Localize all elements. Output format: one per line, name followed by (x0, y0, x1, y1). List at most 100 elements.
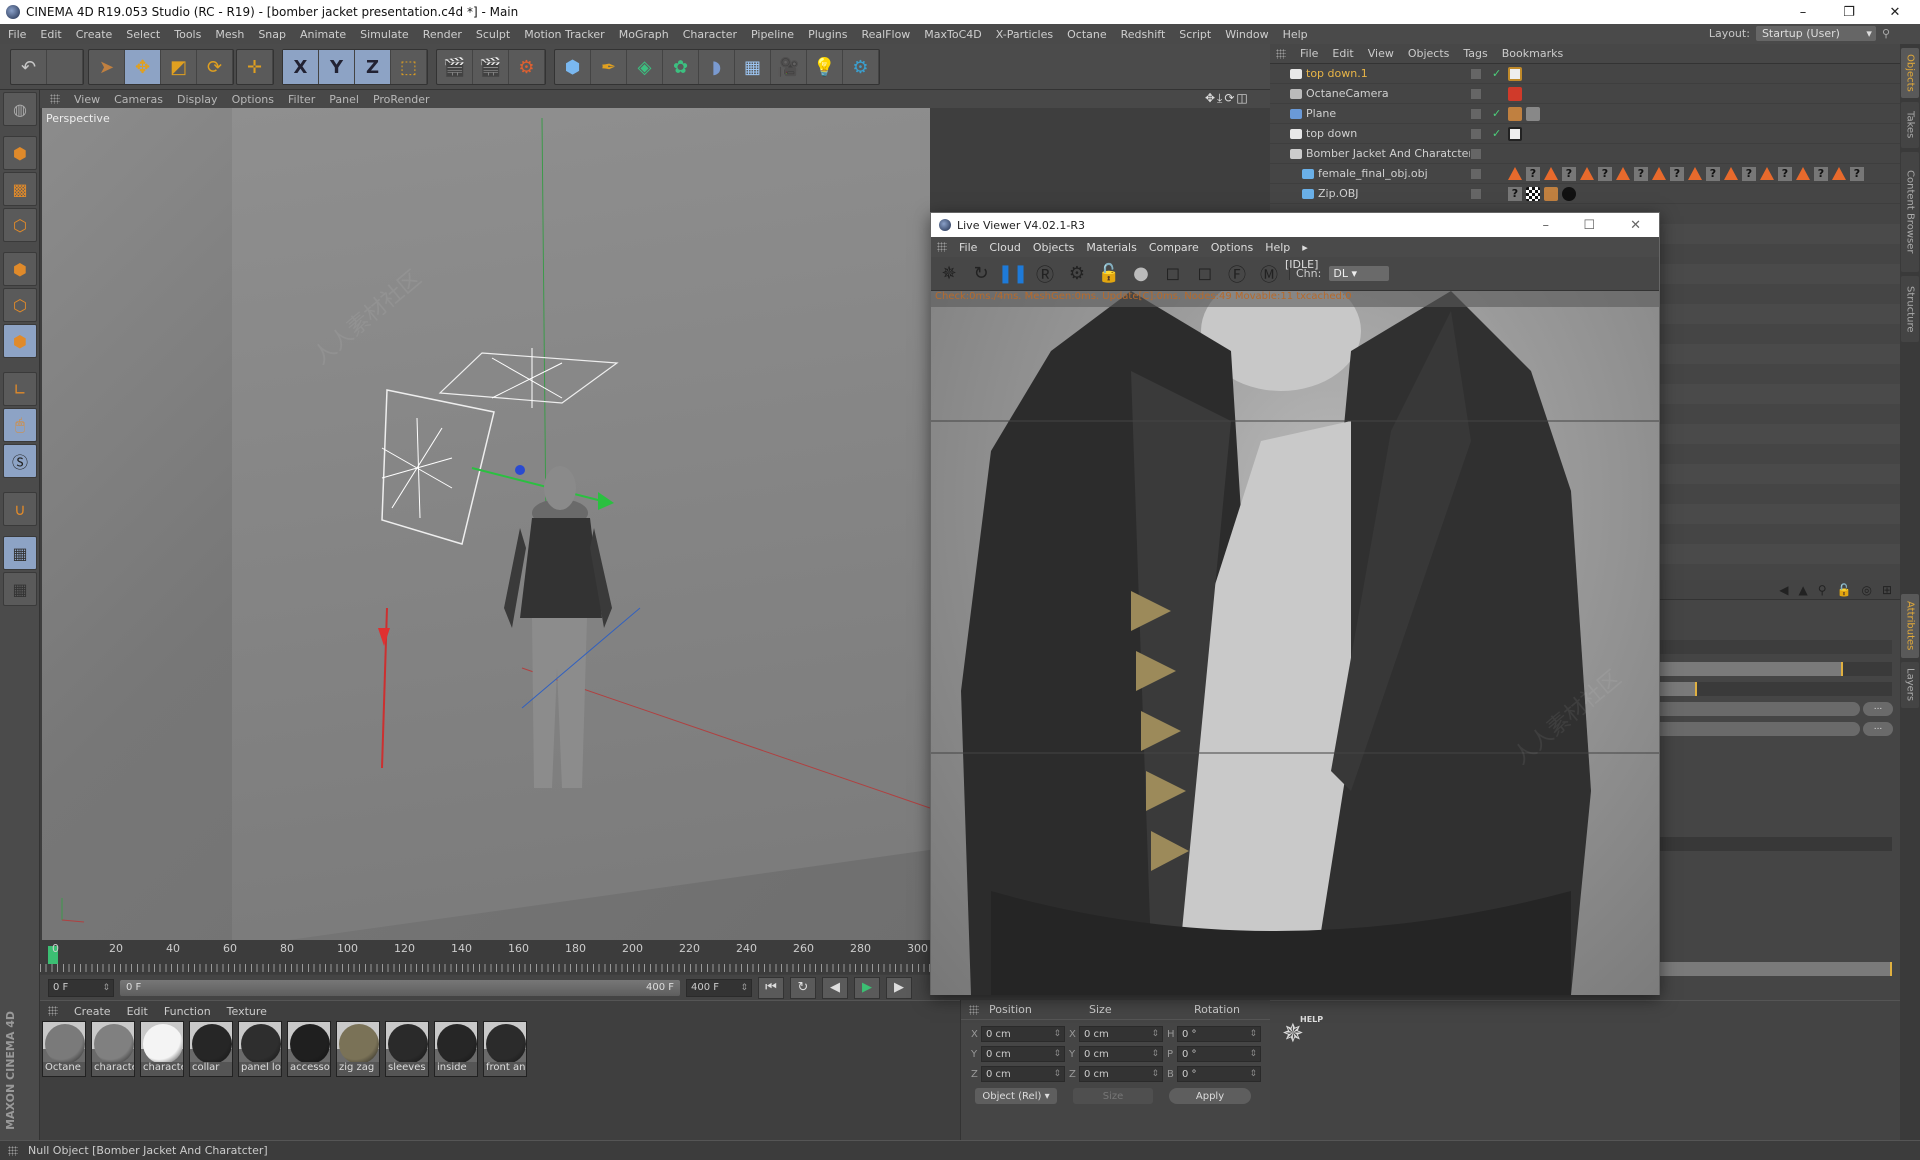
material-swatch[interactable]: characte (140, 1021, 184, 1077)
viewport-menu-cameras[interactable]: Cameras (114, 93, 163, 106)
viewport-menu-view[interactable]: View (74, 93, 100, 106)
move-icon[interactable]: ✥ (125, 50, 161, 84)
material-swatch[interactable]: collar (189, 1021, 233, 1077)
lv-minimize-button[interactable]: – (1543, 218, 1550, 233)
phong-tag-icon[interactable] (1688, 167, 1702, 180)
phong-tag-icon[interactable] (1724, 167, 1738, 180)
lv-menu-objects[interactable]: Objects (1033, 241, 1075, 254)
end-frame-field[interactable]: 400 F (686, 978, 752, 997)
panel-grip[interactable] (969, 1004, 979, 1015)
viewport-menu-options[interactable]: Options (232, 93, 274, 106)
undo-icon[interactable]: ↶ (11, 50, 47, 84)
menu-item-redshift[interactable]: Redshift (1121, 28, 1166, 41)
menu-item-motion-tracker[interactable]: Motion Tracker (524, 28, 604, 41)
menu-item-mesh[interactable]: Mesh (215, 28, 244, 41)
clay-mode-icon[interactable]: ◻ (1161, 262, 1185, 286)
material-swatch[interactable]: accessoi (287, 1021, 331, 1077)
texture-mode-icon[interactable]: ⬢ (3, 136, 37, 170)
light-icon[interactable]: 💡 (807, 50, 843, 84)
channel-dropdown[interactable]: DL ▾ (1329, 266, 1390, 281)
material-menu-texture[interactable]: Texture (227, 1005, 267, 1018)
menu-item-edit[interactable]: Edit (40, 28, 61, 41)
enabled-check-icon[interactable]: ✓ (1492, 67, 1501, 80)
object-name[interactable]: top down.1 (1306, 67, 1368, 80)
position-field[interactable]: 0 cm (981, 1066, 1065, 1082)
scale-icon[interactable]: ◩ (161, 50, 197, 84)
viewport-perspective[interactable]: Perspective (42, 108, 930, 940)
current-frame-field[interactable]: 0 F (48, 978, 114, 997)
missing-material-tag-icon[interactable]: ? (1598, 166, 1612, 181)
phong-tag-icon[interactable] (1832, 167, 1846, 180)
attribute-link-field-1[interactable] (1660, 702, 1860, 716)
lv-menu-file[interactable]: File (959, 241, 977, 254)
menu-item-sculpt[interactable]: Sculpt (476, 28, 510, 41)
viewport-menu-panel[interactable]: Panel (329, 93, 359, 106)
restore-button[interactable]: ❐ (1826, 0, 1872, 24)
rotate-icon[interactable]: ⟳ (197, 50, 233, 84)
object-name[interactable]: OctaneCamera (1306, 87, 1389, 100)
menu-item-create[interactable]: Create (76, 28, 113, 41)
viewport-menu-filter[interactable]: Filter (288, 93, 315, 106)
frame-range-slider[interactable]: 0 F 400 F (120, 979, 680, 996)
lock-icon[interactable]: 🔓 (1097, 262, 1121, 286)
object-row[interactable]: Plane ✓ (1270, 104, 1900, 124)
phong-tag-icon[interactable] (1508, 167, 1522, 180)
rotation-field[interactable]: 0 ° (1177, 1066, 1261, 1082)
object-mode-icon[interactable]: ⬢ (3, 324, 37, 358)
lv-menu-materials[interactable]: Materials (1086, 241, 1136, 254)
material-preview-icon[interactable]: ● (1129, 262, 1153, 286)
browse-button-1[interactable]: ... (1863, 702, 1893, 716)
material-menu-create[interactable]: Create (74, 1005, 111, 1018)
object-row[interactable]: OctaneCamera (1270, 84, 1900, 104)
deformer-icon[interactable]: ◗ (699, 50, 735, 84)
visibility-toggle[interactable] (1470, 147, 1482, 160)
close-button[interactable]: ✕ (1872, 0, 1918, 24)
tab-layers[interactable]: Layers (1901, 662, 1919, 708)
goto-start-button[interactable]: ⏮ (758, 976, 784, 999)
menu-item-animate[interactable]: Animate (300, 28, 346, 41)
material-pick-icon[interactable]: Ⓜ (1257, 262, 1281, 286)
planar-workplane-icon[interactable]: ▦ (3, 572, 37, 606)
missing-material-tag-icon[interactable]: ? (1526, 166, 1540, 181)
recent-tool-icon[interactable]: ✛ (237, 50, 273, 84)
new-panel-icon[interactable]: ⊞ (1882, 583, 1892, 597)
missing-material-tag-icon[interactable]: ? (1778, 166, 1792, 181)
cloner-icon[interactable]: ✿ (663, 50, 699, 84)
missing-material-tag-icon[interactable]: ? (1706, 166, 1720, 181)
solo-icon[interactable]: Ⓢ (3, 444, 37, 478)
redo-icon[interactable] (47, 50, 83, 84)
subdivision-icon[interactable]: ◈ (627, 50, 663, 84)
pen-icon[interactable]: ✒ (591, 50, 627, 84)
y-axis-icon[interactable]: Y (319, 50, 355, 84)
material-swatch[interactable]: Octane (42, 1021, 86, 1077)
octane-icon[interactable]: ⚙ (843, 50, 879, 84)
panel-grip[interactable] (48, 1006, 58, 1016)
phong-tag-icon[interactable] (1616, 167, 1630, 180)
menu-item-maxtoc4d[interactable]: MaxToC4D (924, 28, 981, 41)
up-icon[interactable]: ▲ (1798, 583, 1807, 597)
missing-material-tag-icon[interactable]: ? (1814, 166, 1828, 181)
menu-item-select[interactable]: Select (126, 28, 160, 41)
region-render-icon[interactable]: Ⓡ (1033, 262, 1057, 286)
workplane-icon[interactable]: ▩ (3, 172, 37, 206)
missing-material-tag-icon[interactable]: ? (1850, 166, 1864, 181)
material-menu-function[interactable]: Function (164, 1005, 211, 1018)
size-mode-dropdown[interactable]: Size (1073, 1088, 1153, 1104)
material-swatch[interactable]: front an (483, 1021, 527, 1077)
menu-item-mograph[interactable]: MoGraph (619, 28, 669, 41)
octane-light-tag-icon[interactable] (1508, 66, 1522, 81)
play-button[interactable]: ▶ (854, 976, 880, 999)
octane-restart-icon[interactable]: ✵ (937, 262, 961, 286)
menu-item-character[interactable]: Character (683, 28, 737, 41)
texture-tag-icon[interactable] (1526, 186, 1540, 201)
missing-material-tag-icon[interactable]: ? (1670, 166, 1684, 181)
material-menu-edit[interactable]: Edit (127, 1005, 148, 1018)
model-mode-icon[interactable]: ◍ (3, 92, 37, 126)
tab-objects[interactable]: Objects (1901, 48, 1919, 98)
uvw-tag-icon[interactable] (1544, 186, 1558, 201)
focus-pick-icon[interactable]: Ⓕ (1225, 262, 1249, 286)
missing-material-tag-icon[interactable]: ? (1508, 186, 1522, 201)
menu-item-snap[interactable]: Snap (258, 28, 286, 41)
missing-material-tag-icon[interactable]: ? (1742, 166, 1756, 181)
material-tag-icon[interactable] (1562, 186, 1576, 201)
